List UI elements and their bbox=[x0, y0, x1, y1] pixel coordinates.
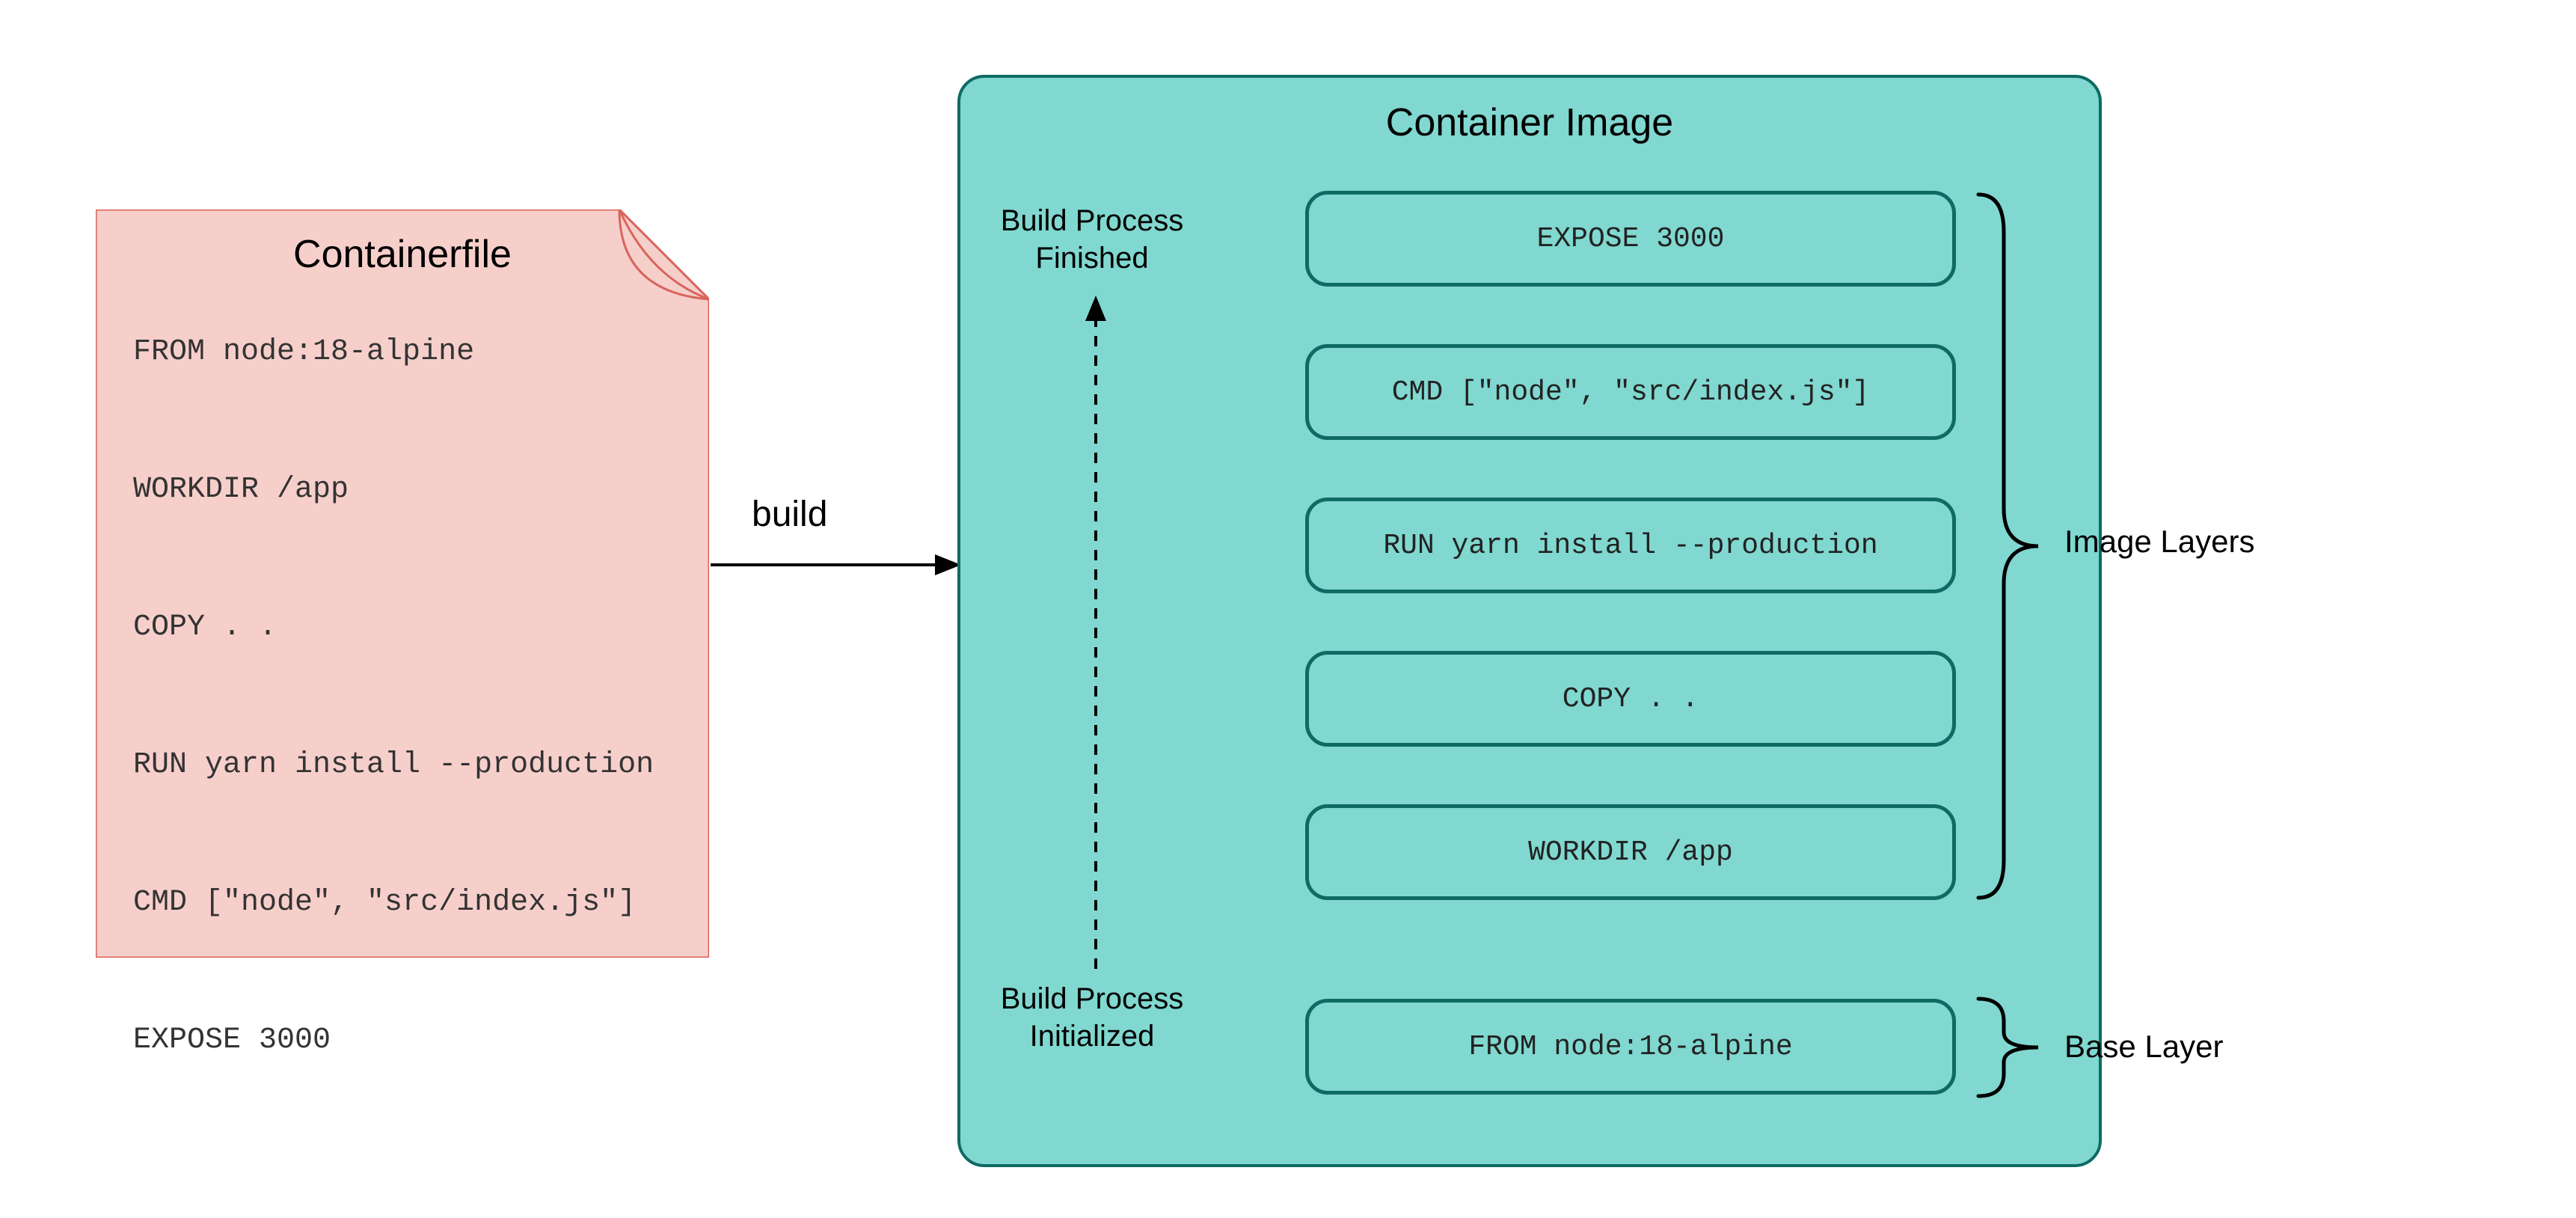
layer-copy: COPY . . bbox=[1305, 651, 1956, 747]
containerfile-note: Containerfile FROM node:18-alpine WORKDI… bbox=[96, 209, 709, 958]
base-layer-label: Base Layer bbox=[2064, 1029, 2223, 1065]
image-layers-label: Image Layers bbox=[2064, 524, 2254, 560]
diagram-canvas: Containerfile FROM node:18-alpine WORKDI… bbox=[0, 0, 2576, 1218]
containerfile-title: Containerfile bbox=[96, 232, 709, 277]
layer-run: RUN yarn install --production bbox=[1305, 498, 1956, 593]
brace-base-layer bbox=[1971, 991, 2046, 1104]
layer-cmd: CMD ["node", "src/index.js"] bbox=[1305, 344, 1956, 440]
container-image-title: Container Image bbox=[960, 100, 2099, 145]
layer-workdir: WORKDIR /app bbox=[1305, 804, 1956, 900]
layer-expose: EXPOSE 3000 bbox=[1305, 191, 1956, 287]
layer-from: FROM node:18-alpine bbox=[1305, 999, 1956, 1095]
build-process-arrow bbox=[1081, 296, 1111, 969]
build-arrow-label: build bbox=[752, 494, 827, 535]
build-arrow bbox=[711, 550, 961, 580]
containerfile-code: FROM node:18-alpine WORKDIR /app COPY . … bbox=[133, 318, 654, 1075]
brace-image-layers bbox=[1971, 187, 2046, 905]
build-process-finished-label: Build Process Finished bbox=[987, 202, 1197, 277]
build-process-initialized-label: Build Process Initialized bbox=[987, 980, 1197, 1055]
